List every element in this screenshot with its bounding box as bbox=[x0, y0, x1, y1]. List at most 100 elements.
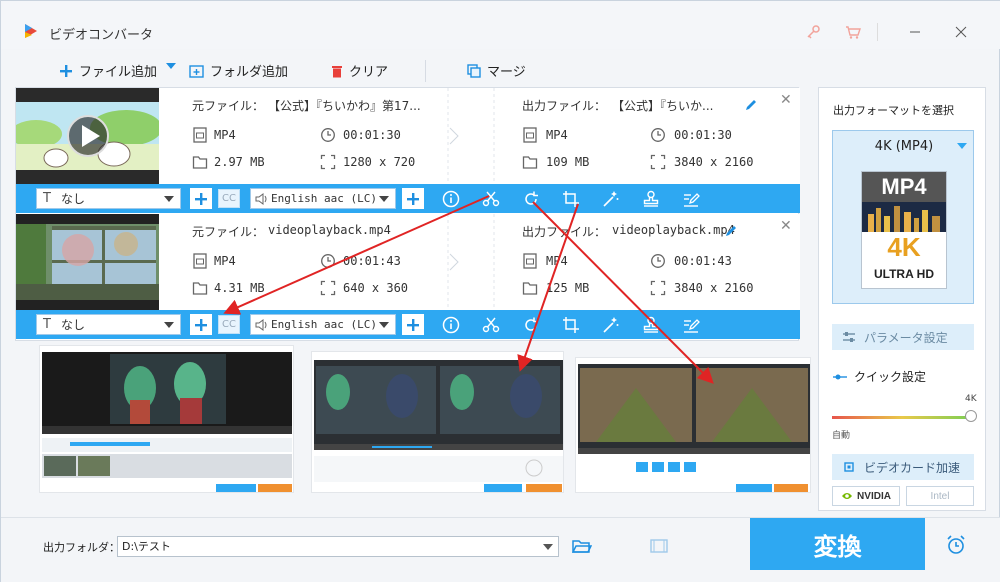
output-format-selector[interactable]: 4K (MP4) MP4 4K ULTRA HD bbox=[832, 130, 974, 304]
nvidia-label: NVIDIA bbox=[857, 490, 891, 502]
add-subtitle-button[interactable] bbox=[190, 314, 212, 335]
output-folder-value: D:\テスト bbox=[122, 540, 171, 553]
resolution-icon bbox=[320, 154, 336, 170]
add-file-label: ファイル追加 bbox=[79, 65, 158, 80]
intel-toggle[interactable]: Intel bbox=[906, 486, 974, 506]
rotate-icon[interactable] bbox=[522, 190, 540, 208]
add-audio-button[interactable] bbox=[402, 188, 424, 209]
merge-label: マージ bbox=[487, 65, 526, 80]
cc-button[interactable]: CC bbox=[218, 315, 240, 334]
chevron-down-icon bbox=[957, 143, 967, 149]
nvidia-eye-icon bbox=[842, 493, 853, 499]
file-control-bar: T なし CC English aac (LC) bbox=[16, 184, 800, 213]
source-label: 元ファイル： bbox=[192, 225, 265, 239]
magic-wand-icon[interactable] bbox=[602, 190, 620, 208]
output-folder-input[interactable]: D:\テスト bbox=[117, 536, 559, 557]
crop-icon[interactable] bbox=[562, 190, 580, 208]
chevron-down-icon bbox=[379, 196, 389, 202]
info-icon[interactable] bbox=[442, 316, 460, 334]
info-icon[interactable] bbox=[442, 190, 460, 208]
subtitle-dropdown[interactable]: T なし bbox=[36, 188, 181, 209]
audio-track-value: English aac (LC) bbox=[271, 318, 377, 331]
video-thumbnail[interactable] bbox=[16, 88, 159, 184]
add-file-button[interactable]: ファイル追加 bbox=[59, 61, 157, 80]
format-badge-4k: 4K bbox=[887, 232, 921, 262]
nvidia-toggle[interactable]: NVIDIA bbox=[832, 486, 900, 506]
cart-icon[interactable] bbox=[839, 19, 867, 45]
audio-track-value: English aac (LC) bbox=[271, 192, 377, 205]
subtitle-dropdown[interactable]: T なし bbox=[36, 314, 181, 335]
quick-settings-icon bbox=[833, 374, 847, 379]
source-format: MP4 bbox=[214, 254, 236, 268]
clear-button[interactable]: クリア bbox=[331, 61, 388, 80]
video-file-icon[interactable] bbox=[649, 538, 669, 554]
resolution-icon bbox=[650, 154, 666, 170]
output-label: 出力ファイル： bbox=[522, 225, 607, 239]
watermark-stamp-icon[interactable] bbox=[642, 316, 660, 334]
format-value: 4K (MP4) bbox=[874, 139, 934, 154]
file-control-bar: T なし CC English aac (LC) bbox=[16, 310, 800, 339]
caret-down-icon bbox=[166, 63, 176, 69]
rotate-icon[interactable] bbox=[522, 316, 540, 334]
main-toolbar: ファイル追加 フォルダ追加 クリア マージ bbox=[15, 54, 799, 86]
audio-track-dropdown[interactable]: English aac (LC) bbox=[250, 314, 396, 335]
format-badge-uhd: ULTRA HD bbox=[874, 267, 934, 281]
output-duration: 00:01:43 bbox=[674, 254, 732, 268]
add-folder-label: フォルダ追加 bbox=[210, 65, 289, 80]
crop-icon[interactable] bbox=[562, 316, 580, 334]
subtitle-edit-icon[interactable] bbox=[682, 316, 700, 334]
alarm-clock-icon[interactable] bbox=[945, 534, 967, 556]
window-title: ビデオコンバータ bbox=[49, 28, 154, 43]
parameter-settings-button[interactable]: パラメータ設定 bbox=[832, 324, 974, 350]
add-file-dropdown[interactable] bbox=[165, 61, 177, 71]
close-window-button[interactable] bbox=[947, 19, 975, 45]
output-filename: videoplayback.mp4 bbox=[612, 223, 735, 237]
crop-window-preview bbox=[311, 351, 564, 493]
video-thumbnail[interactable] bbox=[16, 214, 159, 310]
quick-settings-label: クイック設定 bbox=[854, 370, 927, 384]
source-size: 4.31 MB bbox=[214, 281, 265, 295]
plus-icon bbox=[60, 64, 72, 77]
subtitle-edit-icon[interactable] bbox=[682, 190, 700, 208]
cc-button[interactable]: CC bbox=[218, 189, 240, 208]
output-resolution: 3840 x 2160 bbox=[674, 281, 754, 295]
folder-open-icon[interactable] bbox=[572, 538, 592, 554]
titlebar-divider bbox=[877, 23, 878, 41]
output-format: MP4 bbox=[546, 254, 568, 268]
output-folder-label: 出力フォルダ： bbox=[43, 541, 120, 554]
resolution-icon bbox=[650, 280, 666, 296]
file-item[interactable]: 元ファイル： videoplayback.mp4 MP4 00:01:43 4.… bbox=[16, 214, 800, 310]
slider-min-label: 自動 bbox=[832, 431, 851, 441]
source-resolution: 640 x 360 bbox=[343, 281, 409, 295]
audio-track-dropdown[interactable]: English aac (LC) bbox=[250, 188, 396, 209]
merge-button[interactable]: マージ bbox=[467, 61, 526, 80]
subtitle-value: なし bbox=[60, 318, 85, 332]
quality-slider-knob[interactable] bbox=[965, 410, 977, 422]
file-item[interactable]: 元ファイル： 【公式】『ちいかわ』第17... MP4 00:01:30 2.9… bbox=[16, 88, 800, 184]
folder-size-icon bbox=[192, 282, 208, 295]
minimize-button[interactable] bbox=[901, 19, 929, 45]
quality-slider-track[interactable] bbox=[832, 416, 972, 419]
remove-file-button[interactable]: ✕ bbox=[780, 218, 792, 234]
folder-size-icon bbox=[522, 156, 538, 169]
remove-file-button[interactable]: ✕ bbox=[780, 92, 792, 108]
edit-name-icon[interactable] bbox=[724, 224, 738, 238]
file-format-icon bbox=[523, 253, 537, 269]
scissors-icon[interactable] bbox=[482, 316, 500, 334]
add-folder-button[interactable]: フォルダ追加 bbox=[189, 61, 288, 80]
gpu-acceleration-button[interactable]: ビデオカード加速 bbox=[832, 454, 974, 480]
app-window: ビデオコンバータ ファイル追加 フォルダ追加 クリア マージ 元ファイル： 【公… bbox=[0, 0, 1000, 582]
chevron-down-icon bbox=[543, 544, 553, 550]
file-format-icon bbox=[193, 127, 207, 143]
watermark-stamp-icon[interactable] bbox=[642, 190, 660, 208]
key-icon[interactable] bbox=[799, 19, 827, 45]
convert-button[interactable]: 変換 bbox=[750, 518, 925, 570]
title-bar: ビデオコンバータ bbox=[1, 1, 1000, 49]
scissors-icon[interactable] bbox=[482, 190, 500, 208]
magic-wand-icon[interactable] bbox=[602, 316, 620, 334]
add-audio-button[interactable] bbox=[402, 314, 424, 335]
clear-label: クリア bbox=[349, 65, 389, 80]
add-subtitle-button[interactable] bbox=[190, 188, 212, 209]
speaker-icon bbox=[255, 192, 267, 205]
edit-name-icon[interactable] bbox=[744, 98, 758, 112]
